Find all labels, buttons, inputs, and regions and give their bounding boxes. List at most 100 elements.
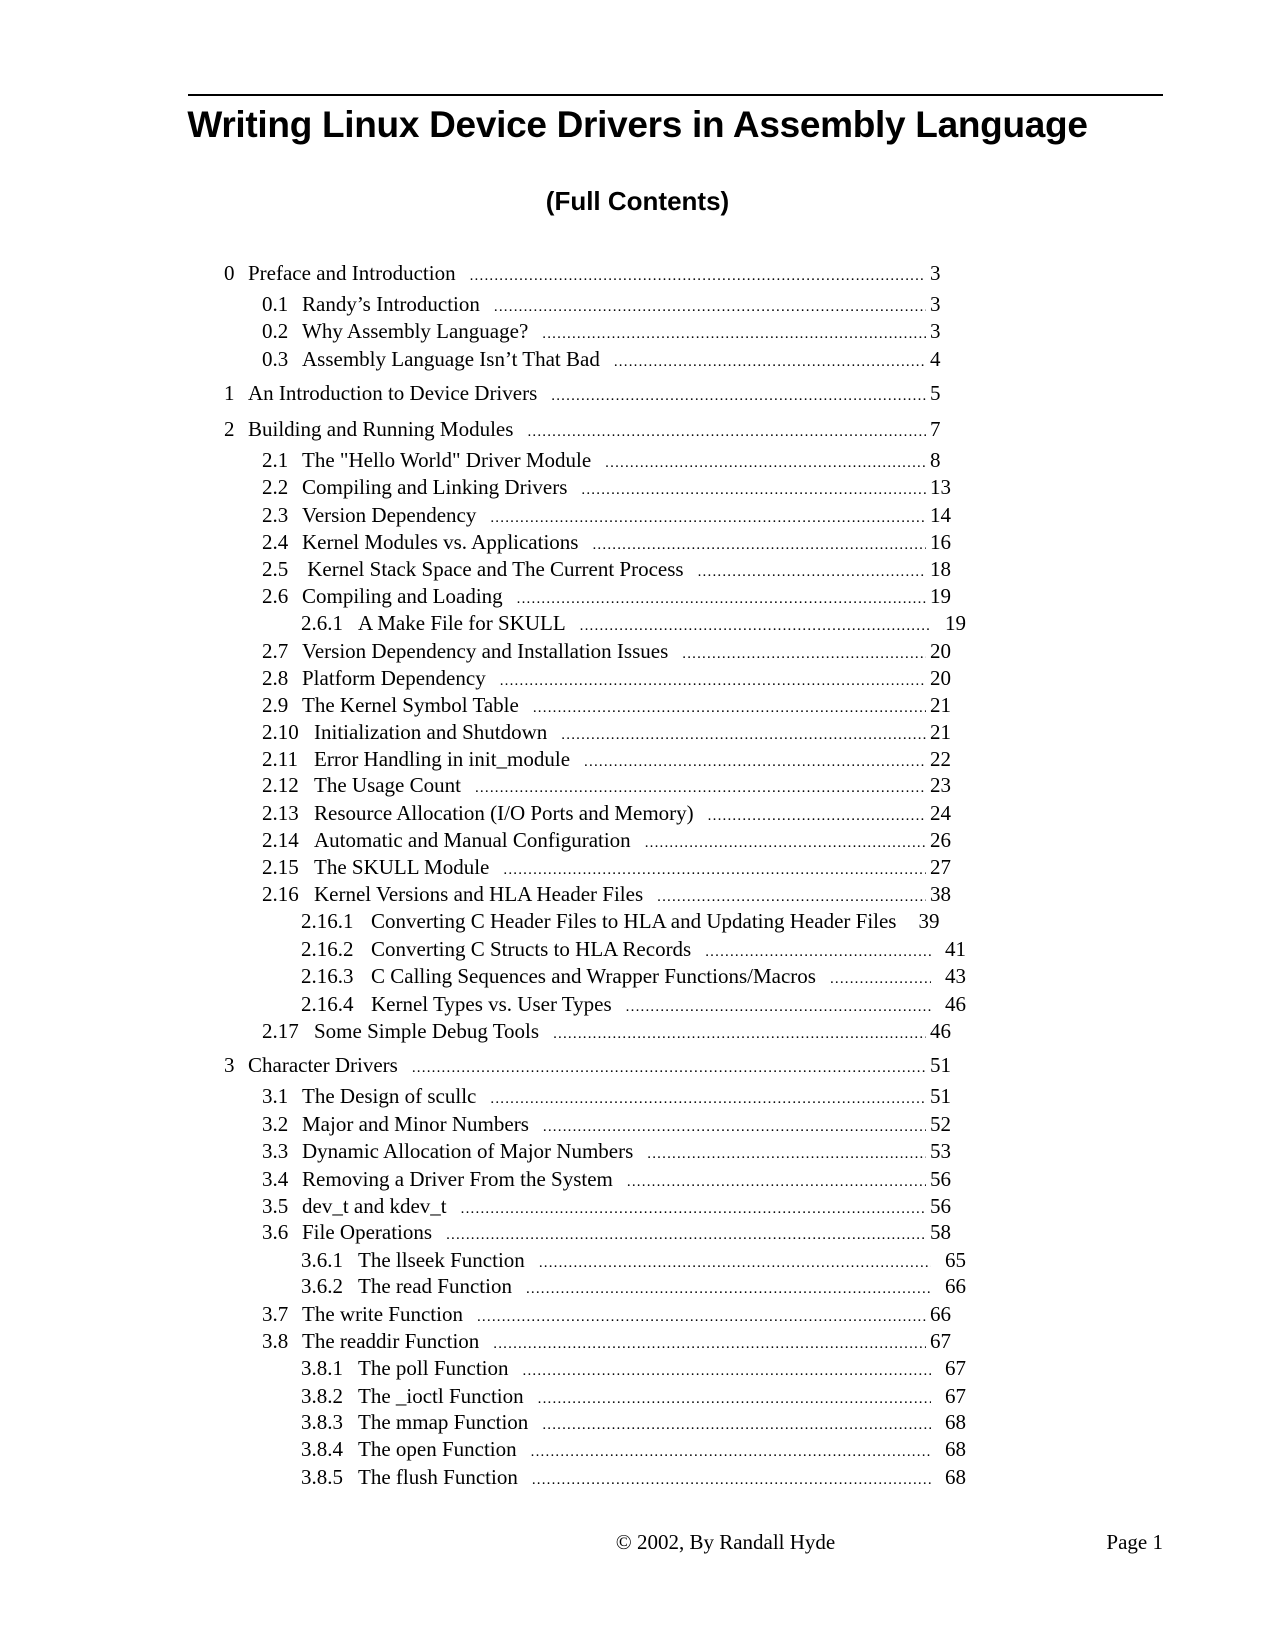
toc-entry[interactable]: 3.8.2 The _ioctl Function 67 xyxy=(301,1384,969,1410)
toc-entry-title: Resource Allocation (I/O Ports and Memor… xyxy=(314,801,694,825)
toc-entry-title: An Introduction to Device Drivers xyxy=(248,381,538,405)
toc-entry-number: 2.16.2 xyxy=(301,937,354,961)
toc-entry-number: 3.8.1 xyxy=(301,1356,343,1380)
toc-entry[interactable]: 2.15 The SKULL Module 27 xyxy=(262,855,954,881)
toc-entry[interactable]: 3.8.5 The flush Function 68 xyxy=(301,1465,969,1491)
toc-entry-number: 3.2 xyxy=(262,1112,289,1136)
toc-entry-page: 3 xyxy=(930,261,941,285)
footer-page-number: Page 1 xyxy=(1106,1530,1163,1554)
toc-entry-title: Version Dependency and Installation Issu… xyxy=(302,639,669,663)
toc-entry[interactable]: 3.3 Dynamic Allocation of Major Numbers 53 xyxy=(262,1139,954,1165)
toc-entry[interactable]: 2.9 The Kernel Symbol Table 21 xyxy=(262,693,954,719)
toc-entry-title: The mmap Function xyxy=(358,1410,529,1434)
toc-entry-title: The Kernel Symbol Table xyxy=(302,693,519,717)
toc-entry-number: 3.6 xyxy=(262,1220,289,1244)
toc-entry[interactable]: 2.16 Kernel Versions and HLA Header Files… xyxy=(262,882,954,908)
document-subtitle: (Full Contents) xyxy=(545,186,730,216)
toc-entry[interactable]: 2.8 Platform Dependency 20 xyxy=(262,666,954,692)
toc-entry[interactable]: 2.1 The "Hello World" Driver Module 8 xyxy=(262,448,954,474)
toc-entry-number: 3.8.2 xyxy=(301,1384,343,1408)
toc-entry-page: 66 xyxy=(945,1274,966,1298)
toc-entry[interactable]: 2.16.1 Converting C Header Files to HLA a… xyxy=(301,909,969,935)
toc-entry-title: Version Dependency xyxy=(302,503,477,527)
dot-leader xyxy=(526,1281,931,1298)
toc-entry-number: 2.3 xyxy=(262,503,289,527)
dot-leader xyxy=(657,889,926,906)
toc-entry[interactable]: 2.16.2 Converting C Structs to HLA Record… xyxy=(301,937,969,963)
toc-entry-number: 2 xyxy=(224,417,235,441)
toc-entry-title: Some Simple Debug Tools xyxy=(314,1019,540,1043)
toc-entry-title: Preface and Introduction xyxy=(248,261,456,285)
toc-entry-number: 3.1 xyxy=(262,1084,289,1108)
toc-entry-page: 68 xyxy=(945,1437,966,1461)
toc-entry-page: 3 xyxy=(930,319,941,343)
toc-entry[interactable]: 2.16.4 Kernel Types vs. User Types 46 xyxy=(301,992,969,1018)
toc-entry-page: 56 xyxy=(930,1194,951,1218)
toc-entry[interactable]: 3.8 The readdir Function 67 xyxy=(262,1329,954,1355)
toc-entry-title: The poll Function xyxy=(358,1356,509,1380)
toc-entry[interactable]: 3.7 The write Function 66 xyxy=(262,1302,954,1328)
toc-entry-page: 68 xyxy=(945,1410,966,1434)
toc-entry[interactable]: 3.8.1 The poll Function 67 xyxy=(301,1356,969,1382)
toc-entry[interactable]: 3 Character Drivers 51 xyxy=(224,1053,954,1079)
dot-leader xyxy=(830,971,931,988)
dot-leader xyxy=(533,700,926,717)
toc-entry[interactable]: 3.6 File Operations 58 xyxy=(262,1220,954,1246)
toc-entry[interactable]: 3.5 dev_t and kdev_t 56 xyxy=(262,1194,954,1220)
toc-entry-number: 3.6.2 xyxy=(301,1274,343,1298)
toc-entry[interactable]: 2.6.1 A Make File for SKULL 19 xyxy=(301,611,969,637)
toc-entry-title: Randy’s Introduction xyxy=(302,292,480,316)
dot-leader xyxy=(645,835,926,852)
toc-entry[interactable]: 0.1 Randy’s Introduction 3 xyxy=(262,292,954,318)
dot-leader xyxy=(461,1201,926,1218)
toc-entry-number: 2.1 xyxy=(262,448,289,472)
toc-entry[interactable]: 1 An Introduction to Device Drivers 5 xyxy=(224,381,954,407)
toc-entry[interactable]: 2.10 Initialization and Shutdown 21 xyxy=(262,720,954,746)
toc-entry[interactable]: 3.1 The Design of scullc 51 xyxy=(262,1084,954,1110)
dot-leader xyxy=(493,1336,926,1353)
toc-entry-number: 3 xyxy=(224,1053,235,1077)
toc-entry[interactable]: 3.2 Major and Minor Numbers 52 xyxy=(262,1112,954,1138)
toc-entry[interactable]: 2.4 Kernel Modules vs. Applications 16 xyxy=(262,530,954,556)
dot-leader xyxy=(531,1444,931,1461)
toc-entry[interactable]: 2.13 Resource Allocation (I/O Ports and M… xyxy=(262,801,954,827)
toc-entry[interactable]: 2.2 Compiling and Linking Drivers 13 xyxy=(262,475,954,501)
toc-entry-title: Removing a Driver From the System xyxy=(302,1167,613,1191)
toc-entry-page: 38 xyxy=(930,882,951,906)
toc-entry[interactable]: 2 Building and Running Modules 7 xyxy=(224,417,954,443)
toc-entry[interactable]: 2.16.3 C Calling Sequences and Wrapper Fu… xyxy=(301,964,969,990)
toc-entry[interactable]: 2.6 Compiling and Loading 19 xyxy=(262,584,954,610)
toc-entry-page: 67 xyxy=(945,1356,966,1380)
toc-entry-title: Kernel Modules vs. Applications xyxy=(302,530,579,554)
toc-entry[interactable]: 3.6.2 The read Function 66 xyxy=(301,1274,969,1300)
toc-entry-page: 7 xyxy=(930,417,941,441)
toc-entry[interactable]: 2.17 Some Simple Debug Tools 46 xyxy=(262,1019,954,1045)
toc-entry-title: The SKULL Module xyxy=(314,855,490,879)
toc-entry[interactable]: 2.3 Version Dependency 14 xyxy=(262,503,954,529)
toc-entry-title: Kernel Versions and HLA Header Files xyxy=(314,882,644,906)
toc-entry-number: 2.7 xyxy=(262,639,289,663)
toc-entry[interactable]: 3.6.1 The llseek Function 65 xyxy=(301,1248,969,1274)
toc-entry-page: 51 xyxy=(930,1053,951,1077)
toc-entry-title: The open Function xyxy=(358,1437,517,1461)
toc-entry[interactable]: 2.5 Kernel Stack Space and The Current P… xyxy=(262,557,954,583)
toc-entry-number: 3.7 xyxy=(262,1302,289,1326)
toc-entry-page: 13 xyxy=(930,475,951,499)
toc-entry[interactable]: 2.12 The Usage Count 23 xyxy=(262,773,954,799)
dot-leader xyxy=(517,591,926,608)
toc-entry[interactable]: 3.8.4 The open Function 68 xyxy=(301,1437,969,1463)
toc-entry[interactable]: 0.2 Why Assembly Language? 3 xyxy=(262,319,954,345)
toc-entry[interactable]: 2.11 Error Handling in init_module 22 xyxy=(262,747,954,773)
toc-entry[interactable]: 2.7 Version Dependency and Installation I… xyxy=(262,639,954,665)
toc-entry[interactable]: 0.3 Assembly Language Isn’t That Bad 4 xyxy=(262,347,954,373)
toc-entry[interactable]: 2.14 Automatic and Manual Configuration 26 xyxy=(262,828,954,854)
toc-entry-page: 67 xyxy=(945,1384,966,1408)
toc-entry-title: The flush Function xyxy=(358,1465,518,1489)
toc-entry[interactable]: 0 Preface and Introduction 3 xyxy=(224,261,954,287)
toc-entry-page: 51 xyxy=(930,1084,951,1108)
dot-leader xyxy=(705,944,931,961)
toc-entry[interactable]: 3.8.3 The mmap Function 68 xyxy=(301,1410,969,1436)
toc-entry-page: 52 xyxy=(930,1112,951,1136)
toc-entry[interactable]: 3.4 Removing a Driver From the System 56 xyxy=(262,1167,954,1193)
toc-entry-number: 2.16.4 xyxy=(301,992,354,1016)
